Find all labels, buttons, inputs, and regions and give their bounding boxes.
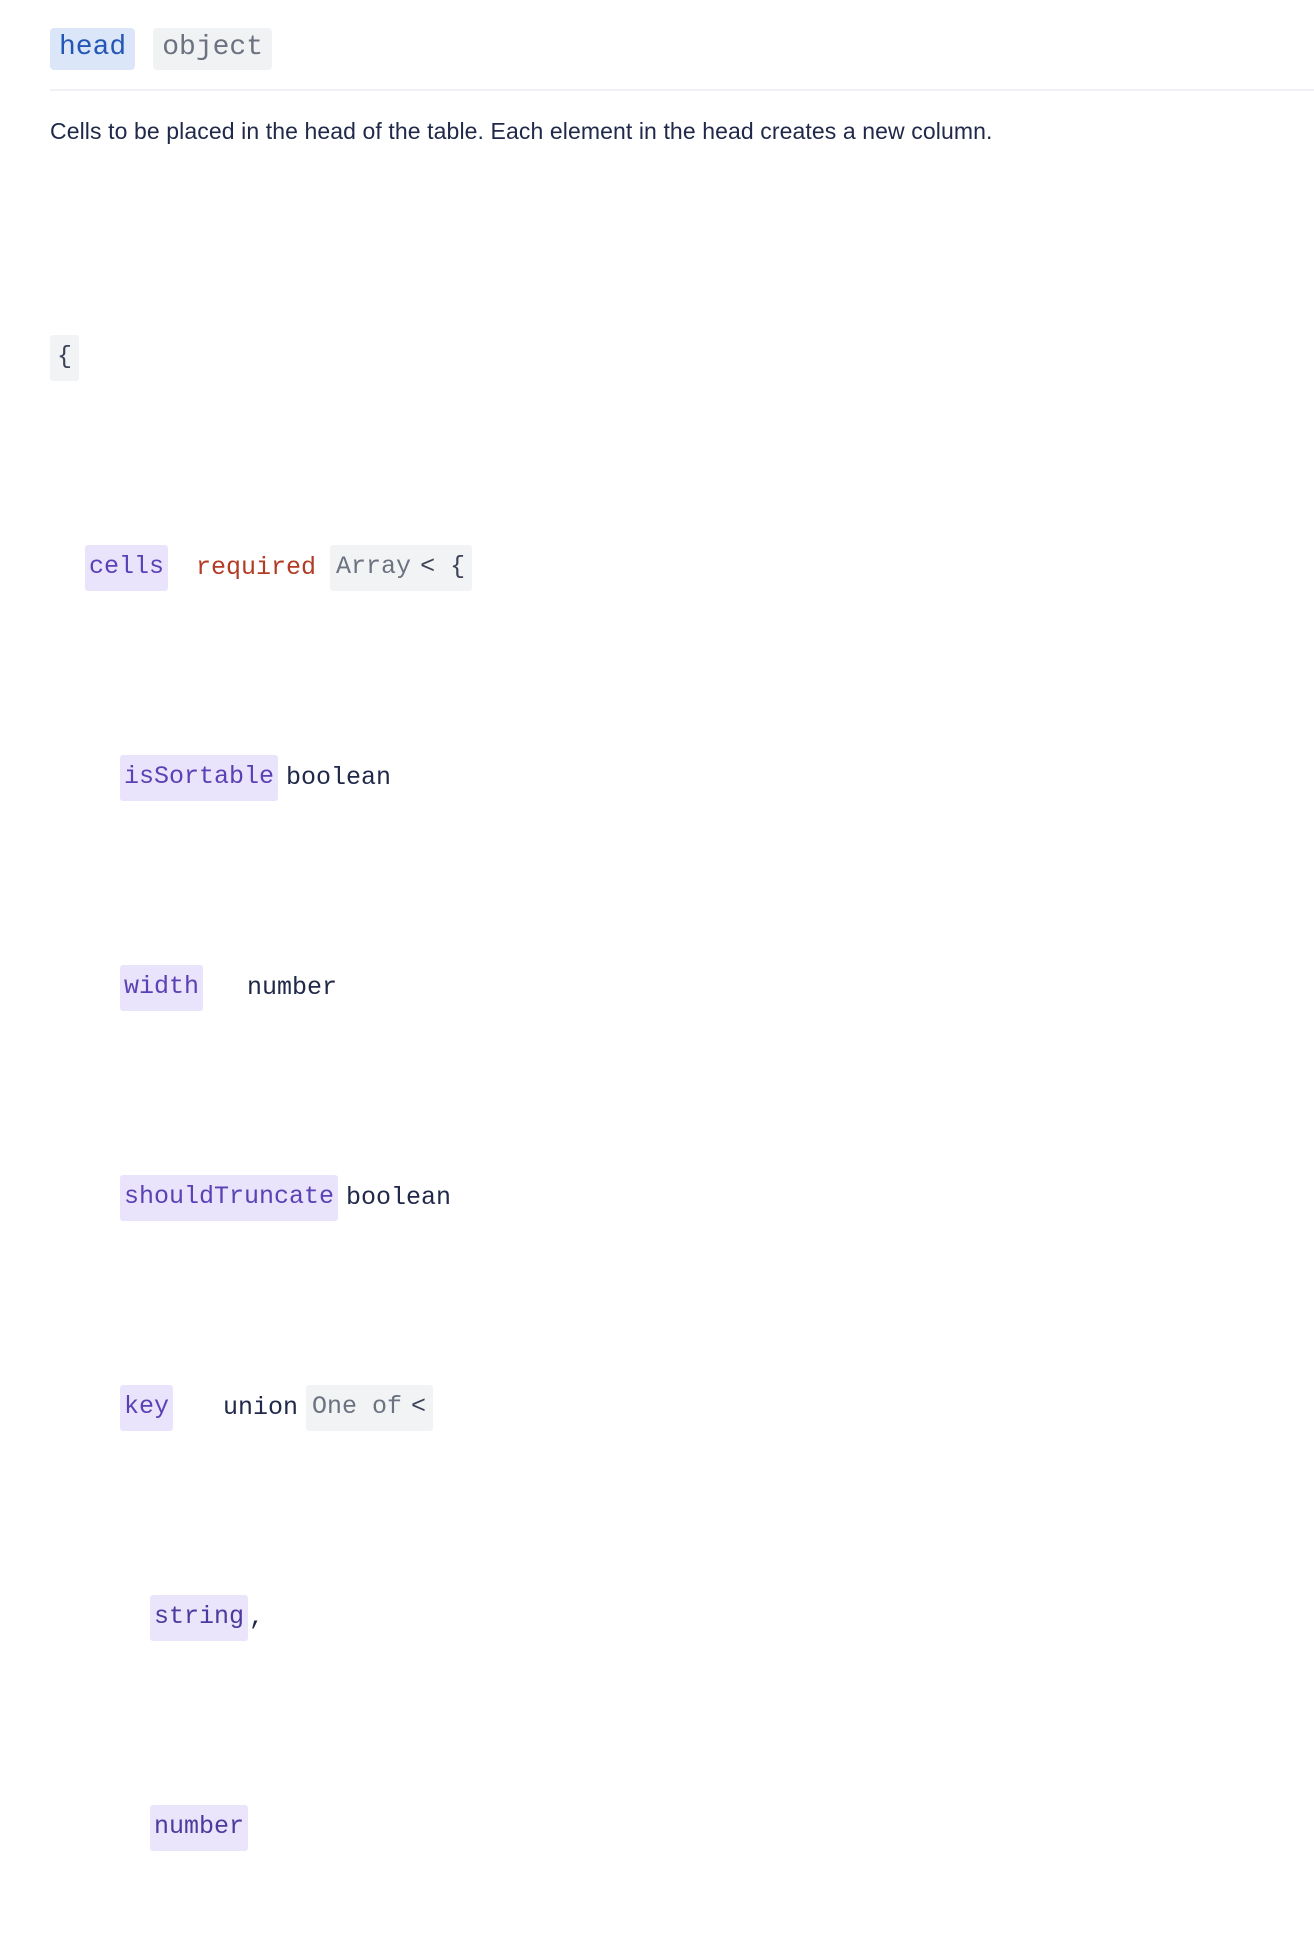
property-type-key: union [223,1393,299,1422]
prop-name-badge: head [50,28,136,70]
open-brace-token: { [50,335,80,381]
property-name-width: width [120,965,204,1011]
union-member-string: string [150,1595,249,1641]
signature-line-union-member: number [50,1805,1314,1851]
signature-line-field: shouldTruncate boolean [50,1175,1314,1221]
prop-description: Cells to be placed in the head of the ta… [50,118,993,144]
union-open-bracket-key: < [407,1385,434,1431]
signature-line-field: key union One of < [50,1385,1314,1431]
union-separator: , [249,1603,265,1632]
signature-line-field: isSortable boolean [50,755,1314,801]
property-name-isSortable: isSortable [120,755,279,801]
type-label-array: Array [330,545,417,591]
signature-line-cells: cells required Array < { [50,545,1314,591]
prop-documentation: head object Cells to be placed in the he… [0,0,1314,1940]
required-flag-cells: required [196,553,317,582]
prop-kind-badge: object [153,28,273,70]
one-of-label-key: One of [306,1385,408,1431]
property-type-width: number [247,973,338,1002]
signature-line-union-member: string, [50,1595,1314,1641]
prop-header: head object [50,28,1314,70]
property-type-shouldTruncate: boolean [346,1183,452,1212]
signature-line-field: width number [50,965,1314,1011]
signature-line-open-brace: { [50,335,1314,381]
union-member-number: number [150,1805,249,1851]
type-signature-block: { cells required Array < { isSortable boo… [50,169,1314,1940]
array-open-bracket: < { [416,545,473,591]
property-type-isSortable: boolean [286,763,392,792]
property-name-key: key [120,1385,174,1431]
property-name-cells: cells [85,545,169,591]
property-name-shouldTruncate: shouldTruncate [120,1175,339,1221]
header-divider [50,89,1314,91]
